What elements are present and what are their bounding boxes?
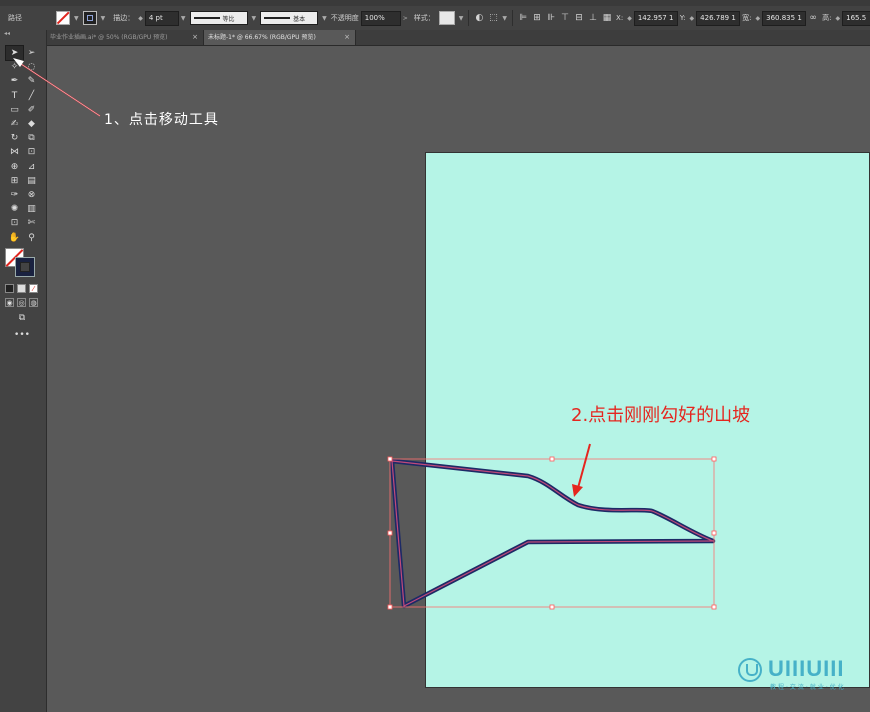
watermark: UIIIUIII 教程·交流·就业·优化 bbox=[738, 654, 858, 694]
step1-arrow-icon bbox=[13, 58, 101, 117]
step2-annotation: 2.点击刚刚勾好的山坡 bbox=[571, 405, 751, 426]
canvas-overlay bbox=[13, 58, 717, 610]
step1-annotation: 1、点击移动工具 bbox=[104, 112, 219, 128]
watermark-logo-icon bbox=[738, 658, 762, 682]
selected-hill-path[interactable] bbox=[389, 458, 716, 609]
watermark-text: UIIIUIII bbox=[768, 656, 845, 681]
step2-arrow-icon bbox=[572, 443, 591, 497]
watermark-subtitle: 教程·交流·就业·优化 bbox=[770, 684, 846, 691]
bounding-box[interactable] bbox=[387, 456, 717, 610]
